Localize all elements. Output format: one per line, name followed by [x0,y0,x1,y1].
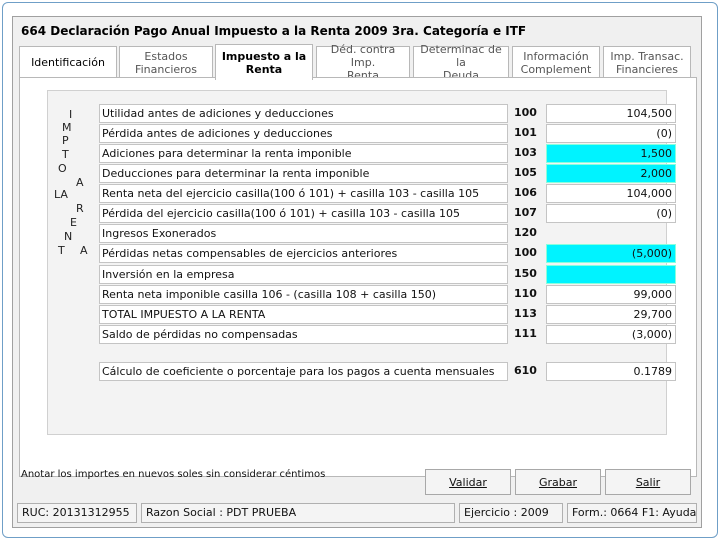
amount-input[interactable]: (5,000) [546,244,676,263]
row-description: Deducciones para determinar la renta imp… [99,164,508,183]
status-razon-social: Razon Social : PDT PRUEBA [141,503,455,523]
row-description: Inversión en la empresa [99,265,508,284]
amount-note: Anotar los importes en nuevos soles sin … [21,469,326,480]
row-description: Utilidad antes de adiciones y deduccione… [99,104,508,123]
row-code: 150 [514,267,537,280]
amount-field[interactable]: (3,000) [546,325,676,344]
vertical-letter: A [80,244,88,257]
vertical-letter: T [58,244,65,257]
tab-bar: Identificación Estados Financieros Impue… [19,43,697,82]
tab-estados-financieros[interactable]: Estados Financieros [119,46,213,78]
tab-informacion-complementaria[interactable]: Información Complement [512,46,600,78]
row-description: Renta neta imponible casilla 106 - (casi… [99,285,508,304]
row-code: 101 [514,126,537,139]
vertical-letter: N [64,230,73,243]
row-casilla-108: Pérdidas netas compensables de ejercicio… [99,244,676,263]
row-description: Cálculo de coeficiente o porcentaje para… [99,362,508,381]
amount-input[interactable] [546,265,676,284]
tab-deducciones[interactable]: Déd. contra Imp. Renta [316,43,410,82]
impuesto-renta-panel: I M P T O A LA R E N T A Utilidad antes … [19,77,697,477]
vertical-letter: M [62,121,72,134]
row-code: 111 [514,327,537,340]
row-code: 610 [514,364,537,377]
row-casilla-106: Renta neta del ejercicio casilla(100 ó 1… [99,184,676,203]
row-description: Ingresos Exonerados [99,224,508,243]
row-casilla-120: Ingresos Exonerados 120 [99,224,676,243]
vertical-letter: T [62,148,69,161]
declaration-window: 664 Declaración Pago Anual Impuesto a la… [12,16,702,528]
vertical-letter: I [69,108,73,121]
window-title: 664 Declaración Pago Anual Impuesto a la… [21,24,527,38]
row-casilla-150: Inversión en la empresa 150 [99,265,676,284]
row-code: 100 [514,106,537,119]
validar-button[interactable]: Validar [425,469,511,495]
amount-field[interactable]: 0.1789 [546,362,676,381]
vertical-letter: E [70,216,77,229]
row-code: 105 [514,166,537,179]
salir-button[interactable]: Salir [605,469,691,495]
row-description: Adiciones para determinar la renta impon… [99,144,508,163]
row-code: 113 [514,307,537,320]
amount-field[interactable]: 104,000 [546,184,676,203]
row-description: Pérdida antes de adiciones y deducciones [99,124,508,143]
row-code: 106 [514,186,537,199]
row-casilla-110: Renta neta imponible casilla 106 - (casi… [99,285,676,304]
row-description: TOTAL IMPUESTO A LA RENTA [99,305,508,324]
status-ejercicio: Ejercicio : 2009 [459,503,563,523]
row-description: Saldo de pérdidas no compensadas [99,325,508,344]
row-code: 100 [514,246,537,259]
row-code: 107 [514,206,537,219]
status-form: Form.: 0664 F1: Ayuda [567,503,697,523]
amount-field[interactable]: 99,000 [546,285,676,304]
vertical-letter: LA [54,188,68,201]
vertical-letter: R [76,202,84,215]
row-code: 120 [514,226,537,239]
row-casilla-113: TOTAL IMPUESTO A LA RENTA 113 29,700 [99,305,676,324]
row-code: 110 [514,287,537,300]
row-description: Pérdida del ejercicio casilla(100 ó 101)… [99,204,508,223]
status-ruc: RUC: 20131312955 [17,503,137,523]
row-casilla-100: Utilidad antes de adiciones y deduccione… [99,104,676,123]
amount-input[interactable]: 1,500 [546,144,676,163]
vertical-letter: P [62,134,69,147]
vertical-letter: O [58,162,67,175]
vertical-letter: A [76,176,84,189]
grabar-button[interactable]: Grabar [515,469,601,495]
tab-determinacion-deuda[interactable]: Determinac de la Deuda [413,43,509,82]
row-description: Pérdidas netas compensables de ejercicio… [99,244,508,263]
row-casilla-105: Deducciones para determinar la renta imp… [99,164,676,183]
amount-field[interactable]: (0) [546,204,676,223]
row-casilla-101: Pérdida antes de adiciones y deducciones… [99,124,676,143]
amount-input[interactable]: 2,000 [546,164,676,183]
amount-field[interactable]: 29,700 [546,305,676,324]
tab-imp-transac-financieras[interactable]: Imp. Transac. Financieres [603,46,691,78]
tab-identificacion[interactable]: Identificación [19,46,117,78]
amount-field[interactable]: 104,500 [546,104,676,123]
row-casilla-107: Pérdida del ejercicio casilla(100 ó 101)… [99,204,676,223]
tab-impuesto-renta[interactable]: Impuesto a la Renta [215,44,313,80]
row-casilla-111: Saldo de pérdidas no compensadas 111 (3,… [99,325,676,344]
row-casilla-103: Adiciones para determinar la renta impon… [99,144,676,163]
row-casilla-610: Cálculo de coeficiente o porcentaje para… [99,362,676,381]
amount-field[interactable]: (0) [546,124,676,143]
row-description: Renta neta del ejercicio casilla(100 ó 1… [99,184,508,203]
row-code: 103 [514,146,537,159]
